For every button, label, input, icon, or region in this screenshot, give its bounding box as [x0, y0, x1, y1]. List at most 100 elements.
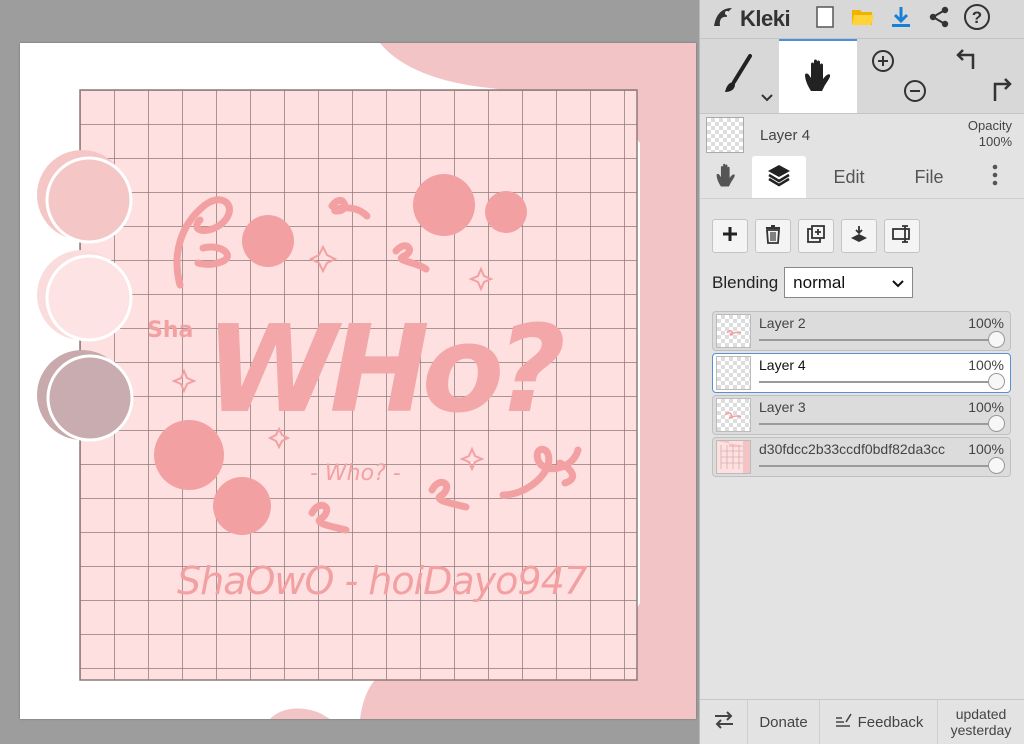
feedback-label: Feedback [857, 713, 924, 731]
layer-item[interactable]: Layer 3 100% [712, 395, 1011, 435]
blending-select[interactable]: normal [784, 267, 914, 298]
side-panel: Kleki ? Layer 4 Opacity 100% Edit File B… [699, 0, 1024, 744]
layer-opacity-knob[interactable] [988, 457, 1005, 474]
rename-layer-button[interactable] [884, 219, 920, 253]
duplicate-layer-button[interactable] [798, 219, 834, 253]
redo-icon[interactable] [987, 75, 1013, 108]
opacity-value: 100% [978, 134, 1012, 149]
more-icon [992, 163, 998, 192]
active-layer-name: Layer 4 [760, 126, 811, 144]
panel-tabs: Edit File [700, 156, 1024, 199]
layers-icon [766, 163, 792, 192]
layer-opacity-slider[interactable] [759, 423, 1002, 425]
hand-tool-button[interactable] [778, 39, 858, 113]
top-bar: Kleki ? [700, 0, 1024, 39]
hand-icon [802, 57, 834, 98]
zoom-out-icon[interactable] [903, 79, 927, 108]
open-image-button[interactable] [844, 0, 882, 38]
layer-opacity: 100% [968, 357, 1004, 373]
art-text-main: WHo? [205, 301, 563, 440]
brush-icon [722, 52, 756, 101]
feedback-icon [834, 712, 852, 732]
layer-name: Layer 3 [759, 399, 806, 415]
layer-item[interactable]: Layer 4 100% [712, 353, 1011, 393]
donate-button[interactable]: Donate [748, 700, 820, 744]
art-text-sha: Sha [147, 318, 193, 343]
help-button[interactable]: ? [958, 0, 996, 38]
layer-opacity: 100% [968, 315, 1004, 331]
feedback-button[interactable]: Feedback [820, 700, 938, 744]
updated-line1: updated [955, 706, 1007, 722]
new-image-icon [815, 5, 835, 34]
share-button[interactable] [920, 0, 958, 38]
layer-thumbnail [716, 356, 751, 390]
layer-name: Layer 2 [759, 315, 806, 331]
delete-layer-button[interactable] [755, 219, 791, 253]
more-menu-button[interactable] [966, 156, 1024, 198]
active-layer-info: Layer 4 Opacity 100% [700, 114, 1024, 156]
layer-name: Layer 4 [759, 357, 806, 373]
tab-file[interactable]: File [892, 156, 966, 198]
layer-opacity-slider[interactable] [759, 465, 1002, 467]
layer-thumbnail [716, 440, 751, 474]
layer-thumbnail [716, 314, 751, 348]
share-icon [927, 5, 951, 34]
layer-item[interactable]: Layer 2 100% [712, 311, 1011, 351]
layer-item[interactable]: d30fdcc2b33ccdf0bdf82da3cc 100% [712, 437, 1011, 477]
history-controls [941, 39, 1024, 113]
add-layer-button[interactable] [712, 219, 748, 253]
layers-panel: Blending normal Layer 2 100% Layer 4 100… [700, 207, 1024, 479]
swap-sides-icon [713, 710, 735, 734]
svg-text:?: ? [972, 8, 982, 27]
layer-opacity: 100% [968, 399, 1004, 415]
blending-row: Blending normal [712, 267, 1024, 298]
layer-actions [700, 207, 1024, 253]
layer-opacity-slider[interactable] [759, 339, 1002, 341]
drawing-canvas[interactable]: Sha WHo? - Who? - ShaOwO - hoiDayo947 [20, 43, 696, 719]
add-layer-icon [722, 226, 738, 247]
help-icon: ? [963, 3, 991, 36]
changelog-button[interactable]: updated yesterday [938, 700, 1024, 744]
art-text-signature: ShaOwO - hoiDayo947 [177, 559, 588, 603]
kleki-logo-icon [710, 4, 736, 35]
app-name: Kleki [740, 6, 791, 31]
undo-icon[interactable] [955, 47, 981, 76]
zoom-in-icon[interactable] [871, 49, 895, 78]
merge-down-icon [849, 224, 869, 249]
download-icon [889, 5, 913, 34]
delete-layer-icon [764, 224, 782, 249]
chevron-down-icon [892, 273, 904, 293]
tab-edit[interactable]: Edit [806, 156, 892, 198]
layer-name: d30fdcc2b33ccdf0bdf82da3cc [759, 441, 946, 457]
tool-row [700, 39, 1024, 114]
layer-opacity-slider[interactable] [759, 381, 1002, 383]
save-image-button[interactable] [882, 0, 920, 38]
blending-label: Blending [712, 272, 779, 292]
layer-opacity-knob[interactable] [988, 415, 1005, 432]
open-folder-icon [850, 6, 876, 33]
active-layer-opacity: Opacity 100% [968, 118, 1012, 150]
tab-layers[interactable] [752, 156, 806, 198]
layer-opacity-knob[interactable] [988, 331, 1005, 348]
artwork: Sha WHo? - Who? - ShaOwO - hoiDayo947 [37, 43, 696, 719]
duplicate-layer-icon [806, 224, 826, 249]
kleki-logo[interactable]: Kleki [710, 4, 806, 35]
bottom-bar: Donate Feedback updated yesterday [700, 699, 1024, 744]
merge-down-button[interactable] [841, 219, 877, 253]
tab-hand[interactable] [700, 156, 752, 198]
layer-opacity: 100% [968, 441, 1004, 457]
hand-icon [714, 162, 738, 193]
canvas-workspace[interactable]: Sha WHo? - Who? - ShaOwO - hoiDayo947 [0, 0, 699, 744]
brush-tool-button[interactable] [700, 39, 779, 113]
opacity-label: Opacity [967, 118, 1012, 133]
layer-opacity-knob[interactable] [988, 373, 1005, 390]
chevron-down-icon[interactable] [760, 89, 773, 107]
layer-list: Layer 2 100% Layer 4 100% Layer 3 100% d… [712, 311, 1024, 477]
zoom-controls [857, 39, 940, 113]
rename-layer-icon [891, 224, 913, 249]
blending-value: normal [793, 272, 846, 292]
new-image-button[interactable] [806, 0, 844, 38]
swap-sides-button[interactable] [700, 700, 748, 744]
active-layer-thumbnail [706, 117, 744, 153]
updated-line2: yesterday [950, 722, 1012, 738]
